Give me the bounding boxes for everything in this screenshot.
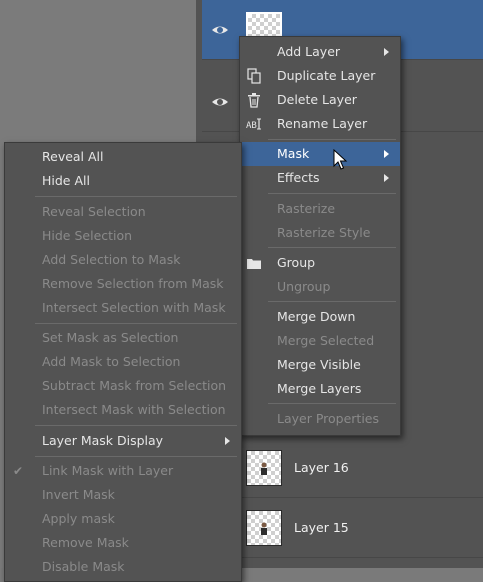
menu-item-merge-layers[interactable]: Merge Layers	[240, 377, 400, 401]
menu-item-intersect-selection-with-mask[interactable]: Intersect Selection with Mask	[5, 296, 241, 320]
menu-separator	[268, 301, 396, 302]
menu-separator	[35, 425, 237, 426]
menu-item-subtract-mask-from-selection[interactable]: Subtract Mask from Selection	[5, 374, 241, 398]
layer-name: Layer 16	[294, 460, 349, 475]
menu-item-hide-selection[interactable]: Hide Selection	[5, 224, 241, 248]
rename-icon: AB	[246, 118, 261, 131]
menu-item-intersect-mask-with-selection[interactable]: Intersect Mask with Selection	[5, 398, 241, 422]
menu-item-mask[interactable]: Mask	[240, 142, 400, 166]
layer-context-menu: Add Layer Duplicate Layer Delete Layer A…	[239, 36, 401, 436]
menu-item-ungroup[interactable]: Ungroup	[240, 275, 400, 299]
menu-item-merge-visible[interactable]: Merge Visible	[240, 353, 400, 377]
menu-item-add-layer[interactable]: Add Layer	[240, 40, 400, 64]
menu-item-delete-layer[interactable]: Delete Layer	[240, 88, 400, 112]
mouse-pointer-icon	[333, 149, 348, 170]
menu-item-merge-down[interactable]: Merge Down	[240, 305, 400, 329]
menu-item-layer-mask-display[interactable]: Layer Mask Display	[5, 429, 241, 453]
menu-separator	[268, 139, 396, 140]
menu-item-hide-all[interactable]: Hide All	[5, 169, 241, 193]
menu-separator	[268, 247, 396, 248]
menu-item-invert-mask[interactable]: Invert Mask	[5, 483, 241, 507]
eye-icon[interactable]	[210, 92, 230, 112]
menu-item-rasterize[interactable]: Rasterize	[240, 197, 400, 221]
menu-item-reveal-all[interactable]: Reveal All	[5, 145, 241, 169]
menu-item-rename-layer[interactable]: AB Rename Layer	[240, 112, 400, 136]
submenu-arrow-icon	[384, 48, 389, 56]
layer-thumbnail	[246, 510, 282, 546]
mask-submenu: Reveal All Hide All Reveal Selection Hid…	[4, 142, 242, 582]
submenu-arrow-icon	[384, 174, 389, 182]
submenu-arrow-icon	[384, 150, 389, 158]
eye-icon[interactable]	[210, 20, 230, 40]
svg-text:AB: AB	[246, 121, 257, 131]
menu-item-remove-selection-from-mask[interactable]: Remove Selection from Mask	[5, 272, 241, 296]
person-icon	[261, 462, 267, 475]
menu-item-set-mask-as-selection[interactable]: Set Mask as Selection	[5, 326, 241, 350]
menu-item-group[interactable]: Group	[240, 251, 400, 275]
menu-item-remove-mask[interactable]: Remove Mask	[5, 531, 241, 555]
duplicate-icon	[247, 68, 261, 84]
layer-row[interactable]: Layer 16	[202, 438, 483, 498]
menu-item-reveal-selection[interactable]: Reveal Selection	[5, 200, 241, 224]
person-icon	[261, 522, 267, 535]
menu-separator	[35, 323, 237, 324]
menu-item-apply-mask[interactable]: Apply mask	[5, 507, 241, 531]
menu-item-rasterize-style[interactable]: Rasterize Style	[240, 221, 400, 245]
layer-thumbnail	[246, 450, 282, 486]
menu-item-effects[interactable]: Effects	[240, 166, 400, 190]
menu-item-duplicate-layer[interactable]: Duplicate Layer	[240, 64, 400, 88]
layer-row[interactable]: Layer 15	[202, 498, 483, 558]
menu-separator	[35, 456, 237, 457]
checkmark-icon: ✔	[13, 464, 24, 478]
menu-item-disable-mask[interactable]: Disable Mask	[5, 555, 241, 579]
menu-item-merge-selected[interactable]: Merge Selected	[240, 329, 400, 353]
layer-name: Layer 15	[294, 520, 349, 535]
trash-icon	[248, 93, 260, 108]
menu-item-layer-properties[interactable]: Layer Properties	[240, 407, 400, 431]
folder-icon	[247, 259, 261, 269]
menu-separator	[35, 196, 237, 197]
submenu-arrow-icon	[225, 437, 230, 445]
menu-item-link-mask-with-layer[interactable]: ✔ Link Mask with Layer	[5, 459, 241, 483]
menu-separator	[268, 193, 396, 194]
menu-item-add-selection-to-mask[interactable]: Add Selection to Mask	[5, 248, 241, 272]
menu-item-add-mask-to-selection[interactable]: Add Mask to Selection	[5, 350, 241, 374]
menu-separator	[268, 403, 396, 404]
